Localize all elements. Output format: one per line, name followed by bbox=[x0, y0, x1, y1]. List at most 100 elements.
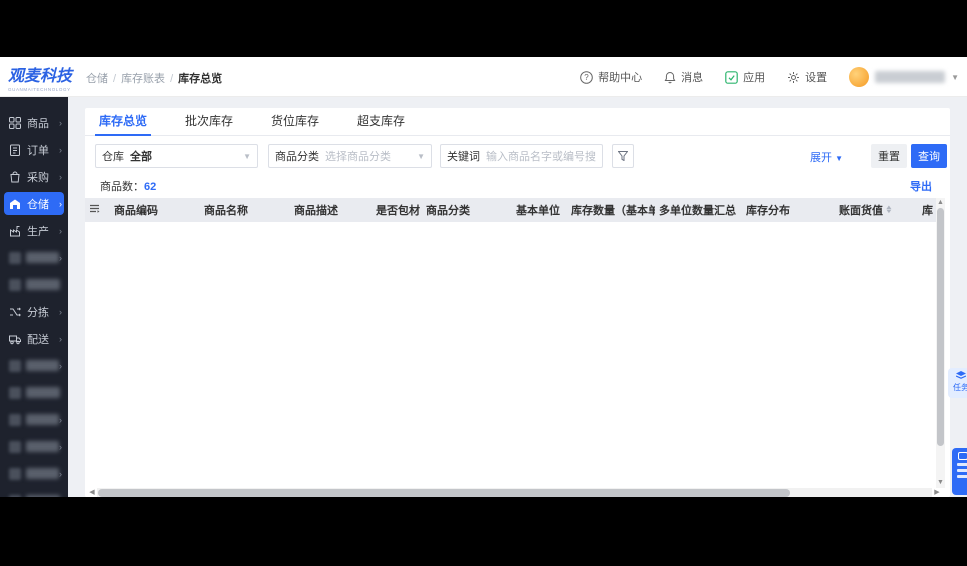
redacted-label bbox=[25, 414, 59, 425]
table-header-账面货值[interactable]: 账面货值 ▲ ▼ bbox=[835, 202, 918, 218]
sidebar-item-生产[interactable]: 生产 › bbox=[0, 217, 68, 244]
chevron-right-icon: › bbox=[59, 117, 62, 128]
redacted-icon bbox=[9, 386, 21, 399]
redacted-icon bbox=[9, 467, 21, 480]
top-header: 观麦科技 GUANMAITECHNOLOGY 仓储 / 库存账表 / 库存总览 ? 帮助中… bbox=[0, 57, 967, 97]
table-header-settings[interactable] bbox=[85, 203, 110, 217]
vertical-scroll-thumb[interactable] bbox=[937, 208, 944, 446]
expand-toggle[interactable]: 展开 ▼ bbox=[810, 149, 843, 165]
sidebar-item-label: 商品 bbox=[27, 117, 49, 130]
chevron-right-icon: › bbox=[59, 198, 62, 209]
logo-subtitle: GUANMAITECHNOLOGY bbox=[8, 87, 71, 92]
assistant-widget[interactable] bbox=[952, 448, 967, 495]
chevron-right-icon: › bbox=[59, 360, 62, 371]
sidebar-item-商品[interactable]: 商品 › bbox=[0, 109, 68, 136]
table-header-基本单位: 基本单位 bbox=[512, 202, 567, 218]
count-label: 商品数： bbox=[100, 181, 144, 193]
horizontal-scrollbar[interactable]: ◀ ▶ bbox=[85, 488, 950, 497]
chevron-right-icon: › bbox=[59, 171, 62, 182]
layers-icon bbox=[955, 371, 967, 379]
export-button[interactable]: 导出 bbox=[910, 178, 932, 194]
sidebar-item-label: 采购 bbox=[27, 171, 49, 184]
reset-button[interactable]: 重置 bbox=[871, 144, 907, 168]
filter-bar: 仓库 全部 ▼ 商品分类 选择商品分类 ▼ 关键词 输入商品名字或编号搜索 展开… bbox=[85, 144, 950, 170]
funnel-icon bbox=[618, 151, 628, 161]
gear-icon bbox=[787, 71, 800, 84]
category-select[interactable]: 商品分类 选择商品分类 ▼ bbox=[268, 144, 432, 168]
brand-logo: 观麦科技 GUANMAITECHNOLOGY bbox=[8, 62, 84, 92]
sidebar-item-redacted[interactable] bbox=[0, 487, 68, 497]
warehouse-select[interactable]: 仓库 全部 ▼ bbox=[95, 144, 258, 168]
table-header-商品名称: 商品名称 bbox=[200, 202, 290, 218]
query-button[interactable]: 查询 bbox=[911, 144, 947, 168]
chevron-right-icon: › bbox=[59, 441, 62, 452]
chevron-right-icon: › bbox=[59, 468, 62, 479]
redacted-label bbox=[25, 252, 59, 263]
keyword-placeholder: 输入商品名字或编号搜索 bbox=[486, 151, 596, 163]
sort-icon[interactable]: ▲ ▼ bbox=[885, 205, 893, 215]
sidebar-item-采购[interactable]: 采购 › bbox=[0, 163, 68, 190]
chevron-right-icon: › bbox=[59, 252, 62, 263]
tab-库存总览[interactable]: 库存总览 bbox=[94, 108, 152, 136]
breadcrumb-link[interactable]: 仓储 bbox=[86, 73, 108, 85]
tab-超支库存[interactable]: 超支库存 bbox=[357, 108, 405, 136]
chevron-right-icon: › bbox=[59, 144, 62, 155]
header-action-help[interactable]: ? 帮助中心 bbox=[580, 69, 642, 85]
scroll-right-icon[interactable]: ▶ bbox=[932, 488, 942, 497]
warehouse-value: 全部 bbox=[130, 151, 152, 163]
breadcrumb-link[interactable]: 库存账表 bbox=[121, 73, 165, 85]
vertical-scrollbar[interactable]: ▲ ▼ bbox=[936, 198, 945, 488]
sidebar-item-分拣[interactable]: 分拣 › bbox=[0, 298, 68, 325]
tab-bar: 库存总览 批次库存 货位库存 超支库存 bbox=[85, 108, 950, 136]
table-header-库存数量（基本单位）[interactable]: 库存数量（基本单位）▲▼ bbox=[567, 202, 655, 218]
sidebar-item-redacted[interactable]: › bbox=[0, 406, 68, 433]
help-icon: ? bbox=[580, 70, 593, 84]
order-icon bbox=[9, 143, 22, 156]
avatar[interactable] bbox=[849, 67, 870, 87]
tab-批次库存[interactable]: 批次库存 bbox=[185, 108, 233, 136]
chevron-right-icon: › bbox=[59, 225, 62, 236]
column-label: 商品编码 bbox=[114, 205, 158, 217]
column-settings-icon[interactable] bbox=[89, 203, 100, 217]
scroll-down-icon[interactable]: ▼ bbox=[936, 478, 945, 488]
grid-icon bbox=[9, 116, 22, 129]
bell-icon bbox=[664, 71, 676, 84]
filter-funnel-button[interactable] bbox=[612, 144, 634, 168]
scroll-left-icon[interactable]: ◀ bbox=[87, 488, 97, 497]
sidebar-item-redacted[interactable]: › bbox=[0, 433, 68, 460]
header-action-apps[interactable]: 应用 bbox=[725, 69, 765, 85]
redacted-label bbox=[25, 360, 59, 371]
sidebar-item-redacted[interactable]: › bbox=[0, 244, 68, 271]
header-action-settings[interactable]: 设置 bbox=[787, 69, 827, 85]
scroll-up-icon[interactable]: ▲ bbox=[936, 198, 945, 208]
sidebar-item-redacted[interactable]: › bbox=[0, 460, 68, 487]
sidebar-item-redacted[interactable]: › bbox=[0, 352, 68, 379]
sidebar-item-redacted[interactable] bbox=[0, 379, 68, 406]
sidebar-item-label: 分拣 bbox=[27, 306, 49, 319]
redacted-label bbox=[26, 279, 60, 290]
sorting-icon bbox=[9, 305, 22, 318]
user-menu[interactable]: ▼ bbox=[849, 67, 959, 87]
chevron-down-icon: ▼ bbox=[835, 154, 843, 163]
chevron-right-icon: › bbox=[59, 414, 62, 425]
task-panel-tab[interactable]: 任务 bbox=[948, 368, 967, 398]
production-icon bbox=[9, 224, 22, 237]
column-label: 库存数量（基本单位） bbox=[571, 205, 655, 217]
header-action-label: 帮助中心 bbox=[598, 72, 643, 84]
category-label: 商品分类 bbox=[275, 151, 319, 163]
logo-title: 观麦科技 bbox=[8, 68, 73, 85]
sidebar-item-配送[interactable]: 配送 › bbox=[0, 325, 68, 352]
keyword-input[interactable]: 关键词 输入商品名字或编号搜索 bbox=[440, 144, 603, 168]
sidebar-item-订单[interactable]: 订单 › bbox=[0, 136, 68, 163]
horizontal-scroll-thumb[interactable] bbox=[98, 488, 790, 497]
sidebar-item-redacted[interactable] bbox=[0, 271, 68, 298]
delivery-icon bbox=[9, 332, 22, 345]
sidebar-item-仓储[interactable]: 仓储 › bbox=[0, 190, 68, 217]
redacted-label bbox=[25, 441, 59, 452]
header-action-messages[interactable]: 消息 bbox=[664, 69, 703, 85]
table-header-多单位数量汇总: 多单位数量汇总 bbox=[655, 202, 742, 218]
chevron-down-icon: ▼ bbox=[417, 151, 425, 161]
tab-货位库存[interactable]: 货位库存 bbox=[271, 108, 319, 136]
chevron-down-icon[interactable]: ▼ bbox=[951, 73, 959, 82]
warehouse-icon bbox=[9, 197, 22, 210]
